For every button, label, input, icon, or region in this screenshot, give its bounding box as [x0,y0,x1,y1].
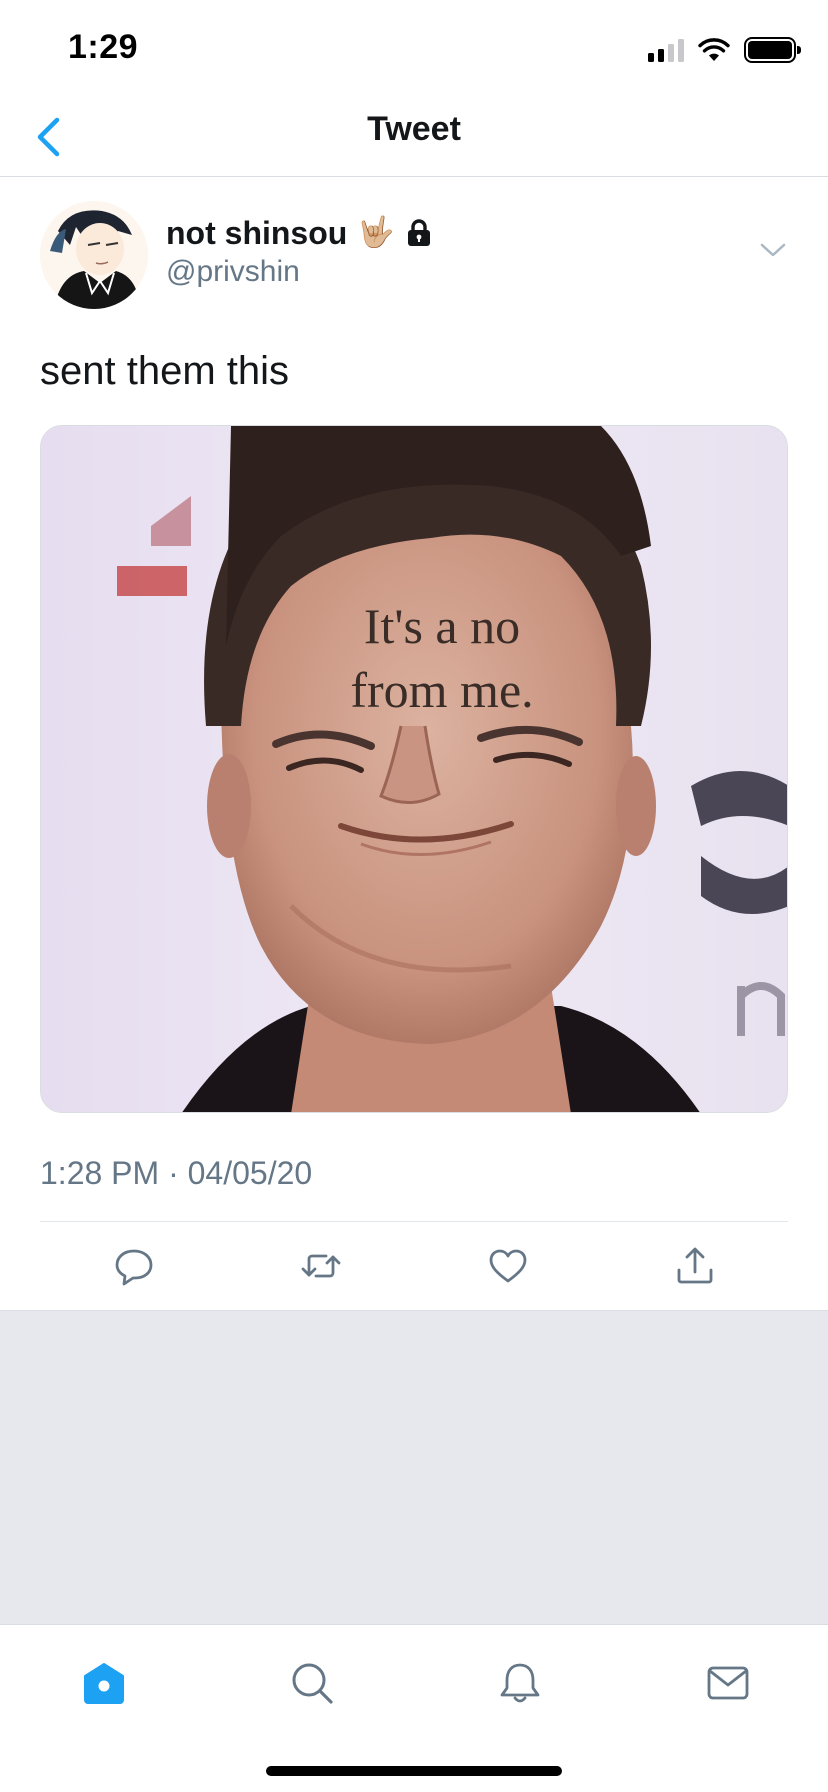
wifi-icon [698,38,730,61]
navigation-bar: Tweet [0,100,828,177]
reply-button[interactable] [40,1222,227,1310]
tab-search[interactable] [282,1653,342,1713]
display-name[interactable]: not shinsou [166,215,347,252]
status-icons [648,36,801,64]
retweet-icon [301,1254,340,1278]
meme-caption: It's a no from me. [41,594,787,722]
tab-messages[interactable] [698,1653,758,1713]
tweet-actions [40,1222,788,1310]
search-icon [292,1663,333,1704]
share-button[interactable] [601,1222,788,1310]
cellular-signal-icon [648,38,684,62]
like-icon [489,1249,526,1283]
tweet-text: sent them this [40,349,290,393]
tab-home[interactable] [74,1653,134,1713]
like-button[interactable] [414,1222,601,1310]
user-handle: @privshin [166,255,300,288]
page-title: Tweet [367,110,461,148]
status-time: 1:29 [68,28,139,66]
chevron-down-icon [760,243,786,257]
home-icon [84,1663,124,1704]
meme-caption-line-1: It's a no [363,598,521,654]
author-info: not shinsou 🤟🏼 @privshin [166,213,433,289]
status-bar: 1:29 [0,0,828,100]
rock-on-hand-emoji: 🤟🏼 [357,216,395,249]
tab-notifications[interactable] [490,1653,550,1713]
notifications-icon [500,1663,540,1703]
tweet-timestamp: 1:28 PM · 04/05/20 [40,1155,313,1191]
tweet-media-image[interactable]: It's a no from me. [40,425,788,1113]
battery-icon [744,37,801,63]
display-name-row: not shinsou 🤟🏼 [166,213,433,253]
home-indicator [266,1766,562,1776]
share-icon [677,1247,712,1284]
tweet-card: not shinsou 🤟🏼 @privshin sent them this [0,177,828,1311]
reply-icon [115,1249,152,1286]
tweet-detail-screen: 1:29 Tweet not shinsou 🤟🏼 @privshin sent… [0,0,828,1792]
avatar[interactable] [40,201,148,309]
lock-icon [407,219,430,246]
meme-photo [41,426,787,1112]
meme-caption-line-2: from me. [350,662,534,718]
tweet-options-button[interactable] [758,237,788,261]
tab-bar [0,1624,828,1792]
messages-icon [707,1666,749,1700]
retweet-button[interactable] [227,1222,414,1310]
empty-area [0,1311,828,1624]
